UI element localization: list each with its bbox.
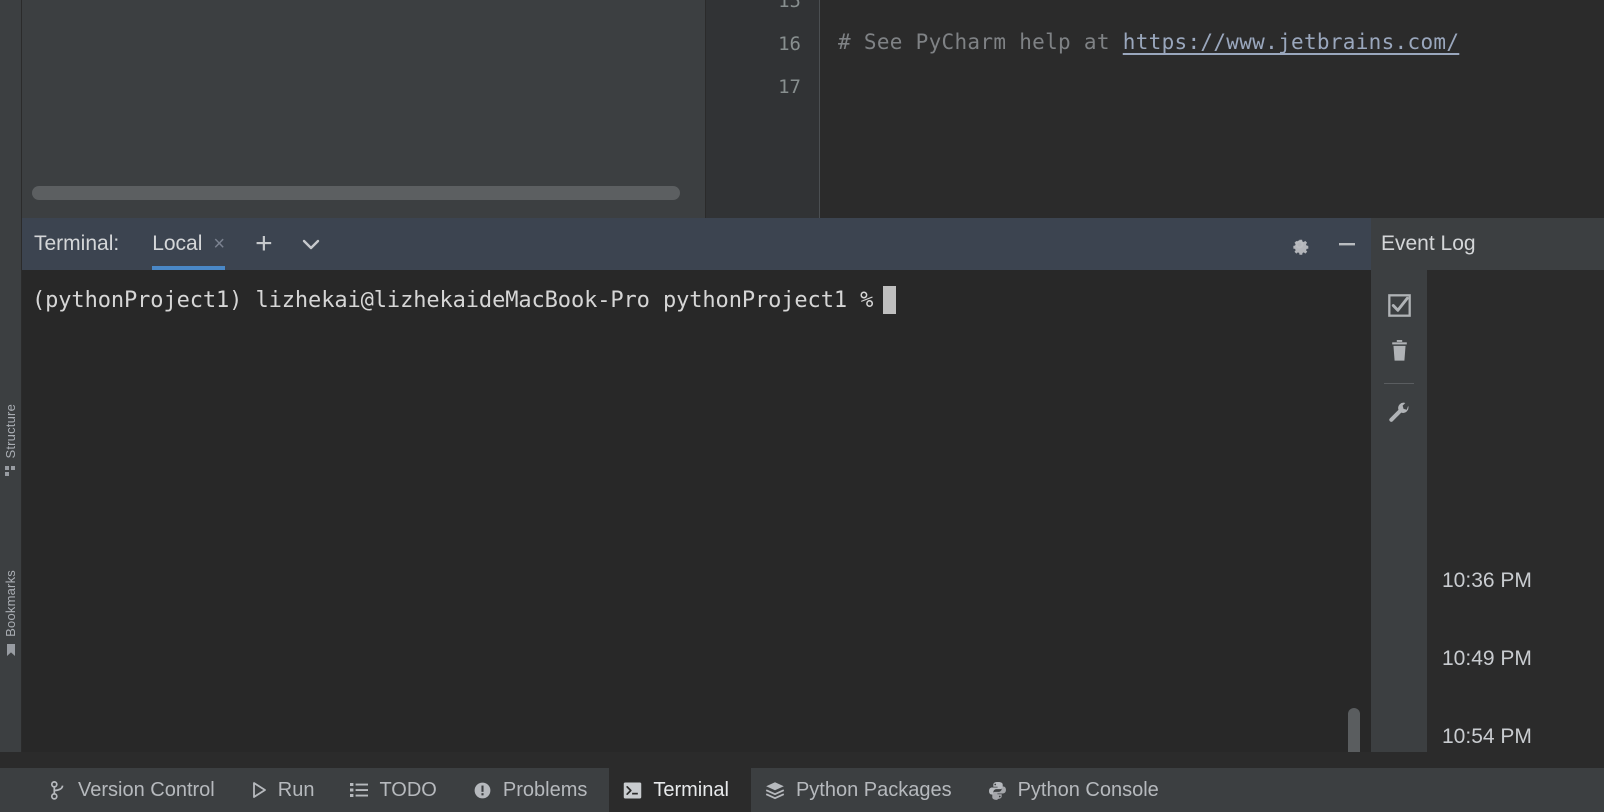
event-log-tool-window: Event Log 10:36 PM 10:49 PM 10:54 PM xyxy=(1371,218,1604,752)
terminal-scrollbar-thumb[interactable] xyxy=(1348,708,1360,752)
settings-gear-icon[interactable] xyxy=(1275,218,1323,270)
status-tab-version-control-label: Version Control xyxy=(78,779,215,801)
terminal-cursor xyxy=(883,286,897,314)
minimize-icon[interactable] xyxy=(1323,218,1371,270)
sidebar-item-structure[interactable]: Structure xyxy=(0,404,22,480)
event-log-entries[interactable]: 10:36 PM 10:49 PM 10:54 PM xyxy=(1427,270,1604,752)
sidebar-item-bookmarks-label: Bookmarks xyxy=(3,570,18,637)
terminal-header-actions xyxy=(1275,218,1371,270)
event-log-header: Event Log xyxy=(1371,218,1604,270)
event-log-toolbar xyxy=(1371,270,1427,752)
horizontal-scrollbar-thumb[interactable] xyxy=(32,186,680,200)
status-tab-python-packages[interactable]: Python Packages xyxy=(751,768,974,812)
status-tab-problems-label: Problems xyxy=(502,779,588,801)
event-log-timestamp: 10:36 PM xyxy=(1442,569,1532,592)
sidebar-item-structure-label: Structure xyxy=(3,404,18,459)
status-bar: Version Control Run TODO Problems Termin… xyxy=(0,768,1604,812)
line-number: 16 xyxy=(778,33,801,55)
status-tab-python-console-label: Python Console xyxy=(1017,779,1159,801)
status-tab-run[interactable]: Run xyxy=(237,768,337,812)
event-log-title: Event Log xyxy=(1381,232,1476,255)
terminal-prompt-line: (pythonProject1) lizhekai@lizhekaideMacB… xyxy=(32,286,897,314)
settings-wrench-icon[interactable] xyxy=(1377,390,1421,436)
terminal-icon xyxy=(623,781,642,800)
status-bar-spacer xyxy=(0,768,36,812)
status-tab-todo-label: TODO xyxy=(379,779,437,801)
list-icon xyxy=(350,781,369,799)
horizontal-scrollbar[interactable] xyxy=(32,186,680,200)
event-log-timestamp: 10:49 PM xyxy=(1442,647,1532,670)
code-comment-text: # See PyCharm help at xyxy=(838,30,1123,54)
editor-region: 15 16 17 # See PyCharm help at https://w… xyxy=(22,0,1604,218)
terminal-tab-local-label: Local xyxy=(152,232,203,255)
terminal-title: Terminal: xyxy=(34,232,120,255)
status-tab-version-control[interactable]: Version Control xyxy=(36,768,237,812)
close-icon[interactable]: × xyxy=(213,234,225,254)
warning-icon xyxy=(473,781,492,800)
branch-icon xyxy=(50,780,67,800)
line-number: 15 xyxy=(778,0,801,12)
python-icon xyxy=(988,781,1007,800)
chevron-down-icon[interactable] xyxy=(299,232,323,256)
status-tab-problems[interactable]: Problems xyxy=(459,768,609,812)
sidebar-item-bookmarks[interactable]: Bookmarks xyxy=(0,570,22,660)
status-tab-terminal-label: Terminal xyxy=(653,779,729,801)
structure-icon xyxy=(5,465,17,480)
status-tab-python-console[interactable]: Python Console xyxy=(974,768,1181,812)
play-icon xyxy=(251,781,267,799)
editor-gutter: 15 16 17 xyxy=(706,0,820,218)
terminal-header: Terminal: Local × + xyxy=(22,218,1371,270)
event-log-main: 10:36 PM 10:49 PM 10:54 PM xyxy=(1371,270,1604,752)
status-tab-todo[interactable]: TODO xyxy=(336,768,458,812)
status-tab-terminal[interactable]: Terminal xyxy=(609,768,751,812)
bookmark-icon xyxy=(5,643,17,660)
pycharm-window: Structure Bookmarks 15 16 17 # See PyCha… xyxy=(0,0,1604,812)
code-lines: # See PyCharm help at https://www.jetbra… xyxy=(821,0,1604,218)
left-tool-rail: Structure Bookmarks xyxy=(0,0,22,752)
terminal-tool-window: Terminal: Local × + (pythonProject1) liz… xyxy=(22,218,1371,752)
line-number: 17 xyxy=(778,76,801,98)
status-tab-run-label: Run xyxy=(277,779,315,801)
packages-icon xyxy=(765,781,785,800)
editor-side-pane xyxy=(22,0,706,218)
event-log-timestamp: 10:54 PM xyxy=(1442,725,1532,748)
toolbar-divider xyxy=(1384,383,1414,384)
terminal-body[interactable]: (pythonProject1) lizhekai@lizhekaideMacB… xyxy=(22,270,1371,752)
clear-all-icon[interactable] xyxy=(1377,328,1421,374)
mark-all-read-icon[interactable] xyxy=(1377,282,1421,328)
code-url-link[interactable]: https://www.jetbrains.com/ xyxy=(1123,30,1460,54)
code-line-16: # See PyCharm help at https://www.jetbra… xyxy=(838,30,1459,54)
status-tab-python-packages-label: Python Packages xyxy=(795,779,952,801)
terminal-prompt-text: (pythonProject1) lizhekai@lizhekaideMacB… xyxy=(32,287,874,313)
code-editor[interactable]: 15 16 17 # See PyCharm help at https://w… xyxy=(706,0,1604,218)
terminal-tab-local[interactable]: Local × xyxy=(152,218,225,270)
add-terminal-tab-button[interactable]: + xyxy=(255,229,273,259)
